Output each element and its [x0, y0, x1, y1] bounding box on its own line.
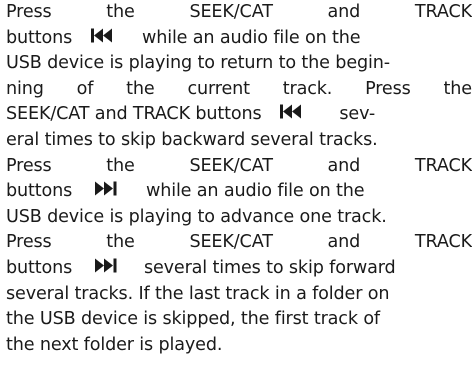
text-segment: several times to skip forward [143, 257, 396, 278]
text-segment: eral times to skip backward several trac… [6, 129, 378, 150]
word: Press [6, 155, 52, 176]
word: SEEK/CAT [189, 2, 273, 22]
word: the [106, 2, 135, 22]
text-line-5: SEEK/CAT and TRACK buttons sev- [6, 102, 472, 128]
word: track. [282, 78, 333, 99]
word: ning [6, 78, 44, 99]
word: the [126, 78, 155, 99]
text-segment: while an audio file on the [145, 181, 365, 202]
text-line-9: USB device is playing to advance one tra… [6, 205, 472, 231]
word: Press [6, 2, 52, 22]
word: TRACK [414, 155, 472, 176]
text-segment: while an audio file on the [141, 27, 361, 48]
word: buttons [6, 181, 73, 202]
text-line-4: ning of the current track. Press the [6, 77, 472, 103]
seek-forward-icon [95, 258, 117, 275]
text-segment: USB device is playing to advance one tra… [6, 206, 387, 227]
text-line-12: several tracks. If the last track in a f… [6, 282, 472, 308]
text-line-1: Press the SEEK/CAT and TRACK [6, 0, 472, 26]
text-line-8: buttons while an audio file on the [6, 179, 472, 205]
text-segment: the next folder is played. [6, 334, 223, 355]
word: of [76, 78, 94, 99]
text-line-14: the next folder is played. [6, 333, 472, 359]
word: Press [365, 78, 411, 99]
text-line-3: USB device is playing to return to the b… [6, 51, 472, 77]
word: current [187, 78, 250, 99]
text-segment: USB device is playing to return to the b… [6, 53, 390, 74]
word: TRACK [414, 232, 472, 253]
word: SEEK/CAT [189, 155, 273, 176]
text-line-2: buttons while an audio file on the [6, 26, 472, 52]
text-line-7: Press the SEEK/CAT and TRACK [6, 154, 472, 180]
text-line-10: Press the SEEK/CAT and TRACK [6, 230, 472, 256]
word: SEEK/CAT [189, 232, 273, 253]
seek-back-icon [91, 28, 113, 45]
text-segment: sev- [339, 104, 376, 125]
word: the [443, 78, 472, 99]
word: the [106, 155, 135, 176]
text-line-11: buttons several times to skip forward [6, 256, 472, 282]
word: TRACK [414, 2, 472, 22]
text-line-13: the USB device is skipped, the first tra… [6, 307, 472, 333]
word: Press [6, 232, 52, 253]
seek-forward-icon [95, 181, 117, 198]
text-segment: SEEK/CAT and TRACK buttons [6, 104, 262, 125]
word: and [327, 155, 361, 176]
word: buttons [6, 27, 73, 48]
seek-back-icon [280, 104, 302, 121]
manual-paragraph: Press the SEEK/CAT and TRACK buttons whi… [6, 0, 472, 376]
text-line-6: eral times to skip backward several trac… [6, 128, 472, 154]
word: and [327, 2, 361, 22]
word: and [327, 232, 361, 253]
word: buttons [6, 257, 73, 278]
word: the [106, 232, 135, 253]
text-segment: several tracks. If the last track in a f… [6, 283, 390, 304]
text-segment: the USB device is skipped, the first tra… [6, 309, 380, 330]
